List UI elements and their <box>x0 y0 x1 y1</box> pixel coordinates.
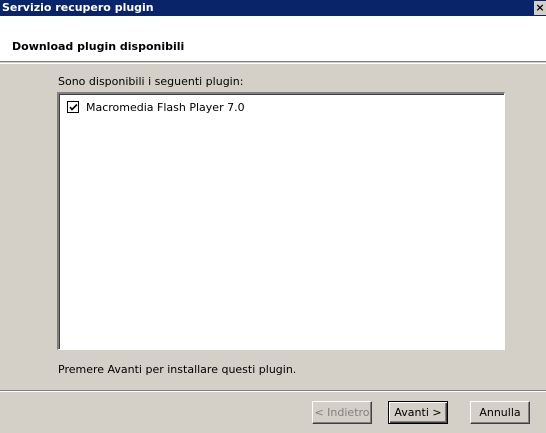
window-title: Servizio recupero plugin <box>2 1 154 14</box>
plugin-checkbox[interactable] <box>67 101 79 113</box>
checkmark-icon <box>69 103 78 111</box>
footer-divider-highlight <box>0 391 546 392</box>
next-button[interactable]: Avanti > <box>388 401 448 424</box>
title-bar: Servizio recupero plugin × <box>0 0 546 16</box>
instruction-text: Premere Avanti per installare questi plu… <box>58 363 297 376</box>
page-title: Download plugin disponibili <box>12 40 185 53</box>
close-icon[interactable]: × <box>534 1 546 15</box>
plugin-list[interactable]: Macromedia Flash Player 7.0 <box>57 92 505 350</box>
list-item[interactable]: Macromedia Flash Player 7.0 <box>67 100 245 114</box>
wizard-header: Download plugin disponibili <box>0 16 546 62</box>
back-button[interactable]: < Indietro <box>312 401 372 424</box>
intro-text: Sono disponibili i seguenti plugin: <box>58 75 244 88</box>
header-divider <box>0 63 546 64</box>
plugin-label: Macromedia Flash Player 7.0 <box>86 100 245 114</box>
cancel-button[interactable]: Annulla <box>470 401 530 424</box>
